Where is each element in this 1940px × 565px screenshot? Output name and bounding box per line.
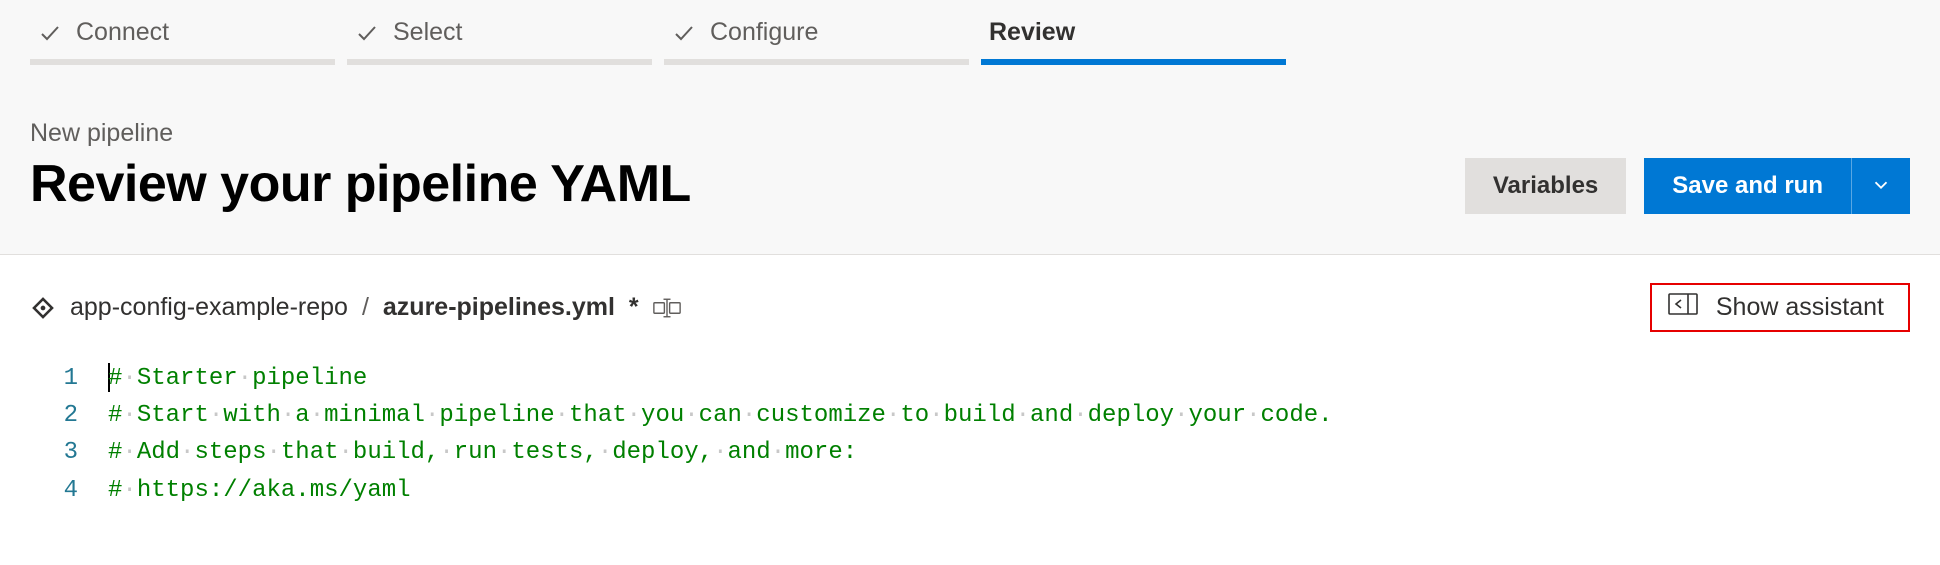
editor-line: 1 #·Starter·pipeline <box>0 360 1940 397</box>
title-left: New pipeline Review your pipeline YAML <box>30 119 691 214</box>
panel-collapse-icon <box>1668 293 1698 322</box>
step-configure[interactable]: Configure <box>664 0 969 59</box>
line-number: 4 <box>0 472 108 509</box>
step-label: Configure <box>710 18 818 47</box>
step-label: Connect <box>76 18 169 47</box>
step-underline <box>347 59 652 65</box>
step-review[interactable]: Review <box>981 0 1286 59</box>
check-icon <box>355 21 379 45</box>
code-text: #·Start·with·a·minimal·pipeline·that·you… <box>108 397 1333 434</box>
file-breadcrumb: app-config-example-repo / azure-pipeline… <box>30 293 681 322</box>
title-area: New pipeline Review your pipeline YAML V… <box>0 59 1940 255</box>
step-select[interactable]: Select <box>347 0 652 59</box>
code-text: #·Add·steps·that·build,·run·tests,·deplo… <box>108 434 857 471</box>
step-label: Review <box>989 18 1075 47</box>
step-underline <box>981 59 1286 65</box>
check-icon <box>38 21 62 45</box>
crumb-new-pipeline: New pipeline <box>30 119 691 148</box>
yaml-editor[interactable]: 1 #·Starter·pipeline 2 #·Start·with·a·mi… <box>0 342 1940 509</box>
save-and-run-caret[interactable] <box>1851 158 1910 214</box>
editor-line: 3 #·Add·steps·that·build,·run·tests,·dep… <box>0 434 1940 471</box>
line-number: 1 <box>0 360 108 397</box>
repo-icon <box>30 295 56 321</box>
step-connect[interactable]: Connect <box>30 0 335 59</box>
page-title: Review your pipeline YAML <box>30 154 691 214</box>
file-bar: app-config-example-repo / azure-pipeline… <box>0 255 1940 342</box>
editor-line: 2 #·Start·with·a·minimal·pipeline·that·y… <box>0 397 1940 434</box>
line-number: 3 <box>0 434 108 471</box>
step-underline <box>30 59 335 65</box>
rename-icon[interactable] <box>653 296 681 320</box>
line-number: 2 <box>0 397 108 434</box>
show-assistant-label: Show assistant <box>1716 293 1884 322</box>
title-actions: Variables Save and run <box>1465 158 1910 214</box>
save-and-run-button[interactable]: Save and run <box>1644 158 1851 214</box>
code-text: #·https://aka.ms/yaml <box>108 472 411 509</box>
file-name[interactable]: azure-pipelines.yml <box>383 293 615 322</box>
save-and-run-split: Save and run <box>1644 158 1910 214</box>
code-text: #·Starter·pipeline <box>108 360 367 397</box>
check-icon <box>672 21 696 45</box>
step-label: Select <box>393 18 462 47</box>
breadcrumb-separator: / <box>362 293 369 322</box>
wizard-steps: Connect Select Configure Review <box>0 0 1940 59</box>
repo-name[interactable]: app-config-example-repo <box>70 293 348 322</box>
show-assistant-button[interactable]: Show assistant <box>1650 283 1910 332</box>
editor-line: 4 #·https://aka.ms/yaml <box>0 472 1940 509</box>
step-underline <box>664 59 969 65</box>
variables-button[interactable]: Variables <box>1465 158 1626 214</box>
chevron-down-icon <box>1870 174 1892 199</box>
dirty-marker: * <box>629 293 639 322</box>
